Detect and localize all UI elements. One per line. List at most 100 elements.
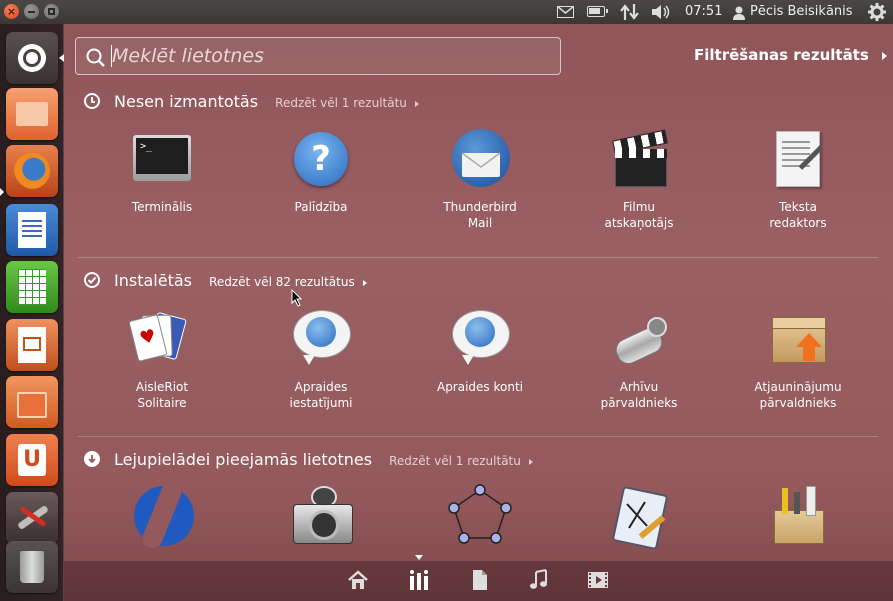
launcher-system-settings[interactable] [6, 492, 58, 544]
lens-files-button[interactable] [469, 569, 491, 591]
clipboard-drawing-icon [607, 484, 671, 551]
blue-swoosh-icon [130, 478, 194, 552]
battery-icon[interactable] [587, 6, 608, 17]
clapperboard-icon [607, 127, 671, 191]
spreadsheet-icon [18, 269, 46, 305]
broadcast-globe-icon [448, 307, 512, 371]
network-updown-icon[interactable] [620, 3, 640, 25]
launcher-dash-button[interactable] [6, 32, 58, 84]
broadcast-globe-icon [289, 307, 353, 371]
filter-results-toggle[interactable]: Filtrēšanas rezultāts [694, 46, 888, 64]
firefox-icon [14, 153, 50, 189]
file-icon [469, 569, 491, 595]
thunderbird-icon [448, 127, 512, 191]
app-archive-manager[interactable]: Arhīvu pārvaldnieks [574, 307, 704, 411]
app-label: Teksta redaktors [769, 200, 827, 230]
mail-icon[interactable] [556, 5, 574, 18]
folder-icon [16, 102, 48, 126]
see-more-link[interactable]: Redzēt vēl 1 rezultātu [389, 454, 533, 468]
app-label: Thunderbird Mail [443, 200, 517, 230]
app-text-editor[interactable]: Teksta redaktors [733, 127, 863, 231]
close-window-button[interactable]: × [4, 4, 19, 19]
user-name[interactable]: Pēcis Beisikānis [750, 0, 853, 24]
section-divider [78, 436, 878, 437]
app-label: Arhīvu pārvaldnieks [600, 380, 678, 410]
launcher-files[interactable] [6, 88, 58, 140]
app-download-3[interactable] [415, 484, 545, 548]
checkmark-icon [84, 272, 100, 288]
archive-icon [607, 307, 671, 371]
document-icon [18, 212, 46, 248]
app-movie-player[interactable]: Filmu atskaņotājs [574, 127, 704, 231]
app-download-5[interactable] [733, 484, 863, 548]
app-broadcast-settings[interactable]: Apraides iestatījumi [256, 307, 386, 411]
shopping-bag-icon [17, 392, 47, 418]
ubuntu-logo-icon [18, 44, 46, 72]
section-recent-header: Nesen izmantotās Redzēt vēl 1 rezultātu [84, 91, 419, 113]
app-label: Apraides iestatījumi [289, 380, 353, 410]
update-box-icon [766, 307, 830, 371]
app-label: Filmu atskaņotājs [604, 200, 674, 230]
launcher-impress[interactable] [6, 319, 58, 371]
app-label: Terminālis [131, 200, 193, 214]
text-editor-icon [766, 127, 830, 191]
lens-bar [64, 555, 893, 601]
app-download-1[interactable] [97, 478, 227, 552]
download-icon [84, 451, 100, 467]
help-icon: ? [289, 127, 353, 191]
app-download-2[interactable] [256, 484, 386, 548]
applications-icon [408, 569, 430, 595]
home-icon [347, 569, 369, 595]
presentation-icon [18, 327, 46, 363]
app-help[interactable]: ? Palīdzība [256, 127, 386, 215]
see-more-link[interactable]: Redzēt vēl 82 rezultātus [209, 275, 367, 289]
launcher-writer[interactable] [6, 204, 58, 256]
top-panel: × 07:51 Pēcis Beisikānis [0, 0, 893, 24]
pentagon-nodes-icon [448, 484, 512, 548]
search-box[interactable] [75, 37, 561, 75]
filter-arrow-icon [882, 51, 888, 60]
terminal-icon: >_ [130, 127, 194, 191]
app-aisleriot[interactable]: ♥ AisleRiot Solitaire [97, 307, 227, 411]
lens-applications-button[interactable] [408, 569, 430, 591]
gear-icon[interactable] [868, 3, 886, 25]
app-broadcast-accounts[interactable]: Apraides konti [415, 307, 545, 395]
app-label: Apraides konti [436, 380, 524, 394]
section-installed-header: Instalētās Redzēt vēl 82 rezultātus [84, 270, 367, 292]
running-indicator [0, 188, 4, 196]
robot-camera-icon [289, 484, 353, 548]
section-title: Lejupielādei pieejamās lietotnes [114, 450, 373, 469]
app-label: Palīdzība [294, 200, 348, 214]
launcher-trash[interactable] [6, 541, 58, 593]
app-label: AisleRiot Solitaire [135, 380, 189, 410]
app-update-manager[interactable]: Atjauninājumu pārvaldnieks [733, 307, 863, 411]
lens-music-button[interactable] [528, 569, 550, 591]
see-more-link[interactable]: Redzēt vēl 1 rezultātu [275, 96, 419, 110]
app-thunderbird[interactable]: Thunderbird Mail [415, 127, 545, 231]
film-icon [587, 569, 609, 595]
search-icon [86, 48, 106, 72]
clock-icon [84, 93, 100, 109]
lens-home-button[interactable] [347, 569, 369, 591]
launcher-ubuntu-one[interactable]: U [6, 434, 58, 486]
filter-results-label: Filtrēšanas rezultāts [694, 46, 869, 64]
launcher-software-center[interactable] [6, 376, 58, 428]
launcher: U [0, 24, 64, 601]
active-lens-indicator [415, 555, 423, 560]
trash-icon [20, 551, 44, 583]
clock[interactable]: 07:51 [685, 0, 722, 24]
launcher-firefox[interactable] [6, 145, 58, 197]
lens-video-button[interactable] [587, 569, 609, 591]
launcher-calc[interactable] [6, 261, 58, 313]
maximize-window-button[interactable] [44, 4, 59, 19]
search-input[interactable] [112, 44, 532, 68]
app-terminal[interactable]: >_ Terminālis [97, 127, 227, 215]
user-icon [733, 5, 745, 24]
section-divider [78, 257, 878, 258]
minimize-window-button[interactable] [24, 4, 39, 19]
section-title: Instalētās [114, 271, 192, 290]
music-note-icon [528, 569, 550, 595]
section-title: Nesen izmantotās [114, 92, 259, 111]
app-download-4[interactable] [574, 484, 704, 551]
volume-icon[interactable] [651, 4, 671, 24]
